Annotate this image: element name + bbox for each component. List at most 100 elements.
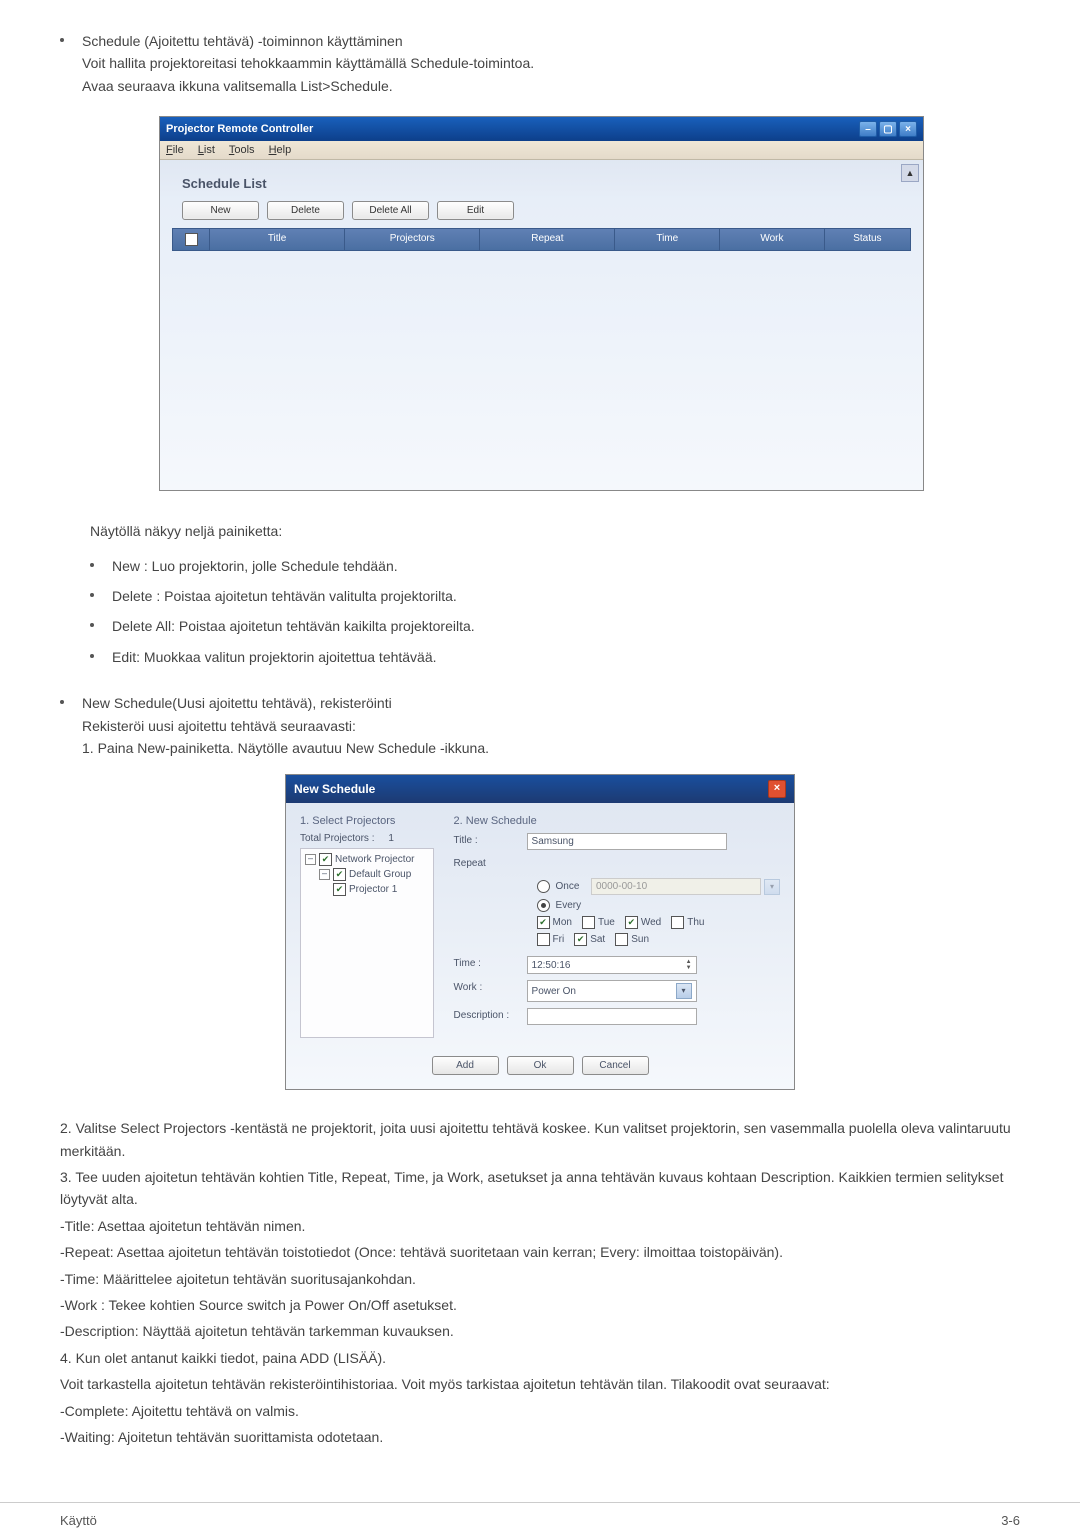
col-repeat[interactable]: Repeat <box>480 229 615 250</box>
menu-tools[interactable]: Tools <box>229 144 255 156</box>
desc-new: New : Luo projektorin, jolle Schedule te… <box>112 555 398 577</box>
para-2: 2. Valitse Select Projectors -kentästä n… <box>60 1117 1020 1162</box>
expander-icon[interactable]: – <box>305 854 316 865</box>
new-schedule-text: New Schedule(Uusi ajoitettu tehtävä), re… <box>82 692 489 759</box>
description-input[interactable] <box>527 1008 697 1025</box>
tree-projector: Projector 1 <box>349 884 397 895</box>
new-schedule-dialog: New Schedule × 1. Select Projectors Tota… <box>286 775 794 1089</box>
tree-root: Network Projector <box>335 854 414 865</box>
intro-line3: Avaa seuraava ikkuna valitsemalla List>S… <box>82 78 393 94</box>
title-input[interactable]: Samsung <box>527 833 727 850</box>
desc-delete: Delete : Poistaa ajoitetun tehtävän vali… <box>112 585 457 607</box>
para-5: Voit tarkastella ajoitetun tehtävän reki… <box>60 1373 1020 1395</box>
wed-checkbox[interactable]: ✔ <box>625 916 638 929</box>
ok-button[interactable]: Ok <box>507 1056 574 1075</box>
para-time: -Time: Määrittelee ajoitetun tehtävän su… <box>60 1268 1020 1290</box>
title-bar: Projector Remote Controller – ▢ × <box>160 117 923 141</box>
bullet-icon <box>90 563 94 567</box>
bullet-icon <box>60 700 64 704</box>
col-projectors[interactable]: Projectors <box>345 229 480 250</box>
new-button[interactable]: New <box>182 201 259 220</box>
tree-checkbox[interactable]: ✔ <box>319 853 332 866</box>
bullet-icon <box>90 654 94 658</box>
bullet-icon <box>90 593 94 597</box>
thu-checkbox[interactable] <box>671 916 684 929</box>
work-dropdown[interactable]: Power On ▾ <box>527 980 697 1002</box>
fri-checkbox[interactable] <box>537 933 550 946</box>
every-label: Every <box>556 900 582 911</box>
para-complete: -Complete: Ajoitettu tehtävä on valmis. <box>60 1400 1020 1422</box>
add-button[interactable]: Add <box>432 1056 499 1075</box>
buttons-intro: Näytöllä näkyy neljä painiketta: <box>90 520 1020 542</box>
total-projectors: Total Projectors : 1 <box>300 833 434 844</box>
tree-checkbox[interactable]: ✔ <box>333 868 346 881</box>
ns-line2: Rekisteröi uusi ajoitettu tehtävä seuraa… <box>82 718 356 734</box>
footer-right: 3-6 <box>1001 1513 1020 1528</box>
footer-left: Käyttö <box>60 1513 97 1528</box>
once-label: Once <box>556 881 580 892</box>
edit-button[interactable]: Edit <box>437 201 514 220</box>
left-col-header: 1. Select Projectors <box>300 815 434 827</box>
every-radio[interactable] <box>537 899 550 912</box>
table-header: Title Projectors Repeat Time Work Status <box>172 228 911 251</box>
delete-all-button[interactable]: Delete All <box>352 201 429 220</box>
tree-group: Default Group <box>349 869 411 880</box>
para-repeat: -Repeat: Asettaa ajoitetun tehtävän tois… <box>60 1241 1020 1263</box>
menu-bar: File List Tools Help <box>160 141 923 160</box>
maximize-icon[interactable]: ▢ <box>879 121 897 137</box>
bullet-icon <box>60 38 64 42</box>
desc-edit: Edit: Muokkaa valitun projektorin ajoite… <box>112 646 437 668</box>
section-label: Schedule List <box>182 176 911 191</box>
chevron-down-icon[interactable]: ▾ <box>676 983 692 999</box>
title-label: Title : <box>454 835 519 846</box>
para-waiting: -Waiting: Ajoitetun tehtävän suorittamis… <box>60 1426 1020 1448</box>
desc-delete-all: Delete All: Poistaa ajoitetun tehtävän k… <box>112 615 475 637</box>
para-3: 3. Tee uuden ajoitetun tehtävän kohtien … <box>60 1166 1020 1211</box>
para-work: -Work : Tekee kohtien Source switch ja P… <box>60 1294 1020 1316</box>
time-label: Time : <box>454 958 519 969</box>
bullet-icon <box>90 623 94 627</box>
close-icon[interactable]: × <box>768 780 786 798</box>
page-footer: Käyttö 3-6 <box>0 1502 1080 1538</box>
menu-file[interactable]: File <box>166 144 184 156</box>
cancel-button[interactable]: Cancel <box>582 1056 649 1075</box>
para-4: 4. Kun olet antanut kaikki tiedot, paina… <box>60 1347 1020 1369</box>
window-title: Projector Remote Controller <box>166 123 313 135</box>
sat-checkbox[interactable]: ✔ <box>574 933 587 946</box>
time-input[interactable]: 12:50:16 ▲▼ <box>527 956 697 974</box>
para-title: -Title: Asettaa ajoitetun tehtävän nimen… <box>60 1215 1020 1237</box>
date-disabled-input: 0000-00-10 <box>591 878 761 895</box>
sun-checkbox[interactable] <box>615 933 628 946</box>
schedule-list-window: Projector Remote Controller – ▢ × File L… <box>160 117 923 490</box>
minimize-icon[interactable]: – <box>859 121 877 137</box>
desc-label: Description : <box>454 1010 519 1021</box>
menu-list[interactable]: List <box>198 144 215 156</box>
ns-line1: New Schedule(Uusi ajoitettu tehtävä), re… <box>82 695 392 711</box>
col-status[interactable]: Status <box>825 229 910 250</box>
col-title[interactable]: Title <box>210 229 345 250</box>
col-time[interactable]: Time <box>615 229 720 250</box>
delete-button[interactable]: Delete <box>267 201 344 220</box>
tree-checkbox[interactable]: ✔ <box>333 883 346 896</box>
work-label: Work : <box>454 982 519 993</box>
spin-down-icon[interactable]: ▼ <box>686 965 692 971</box>
mon-checkbox[interactable]: ✔ <box>537 916 550 929</box>
close-icon[interactable]: × <box>899 121 917 137</box>
menu-help[interactable]: Help <box>269 144 292 156</box>
once-radio[interactable] <box>537 880 550 893</box>
select-all-checkbox[interactable] <box>185 233 198 246</box>
dialog-title: New Schedule <box>294 782 375 796</box>
right-col-header: 2. New Schedule <box>454 815 780 827</box>
chevron-down-icon: ▾ <box>764 879 780 895</box>
repeat-label: Repeat <box>454 858 519 869</box>
col-work[interactable]: Work <box>720 229 825 250</box>
scroll-up-icon[interactable]: ▲ <box>901 164 919 182</box>
intro-text: Schedule (Ajoitettu tehtävä) -toiminnon … <box>82 30 534 97</box>
para-description: -Description: Näyttää ajoitetun tehtävän… <box>60 1320 1020 1342</box>
intro-line1: Schedule (Ajoitettu tehtävä) -toiminnon … <box>82 33 403 49</box>
expander-icon[interactable]: – <box>319 869 330 880</box>
ns-line3: 1. Paina New-painiketta. Näytölle avautu… <box>82 740 489 756</box>
intro-line2: Voit hallita projektoreitasi tehokkaammi… <box>82 55 534 71</box>
tue-checkbox[interactable] <box>582 916 595 929</box>
projector-tree[interactable]: – ✔ Network Projector – ✔ Default Group … <box>300 848 434 1038</box>
